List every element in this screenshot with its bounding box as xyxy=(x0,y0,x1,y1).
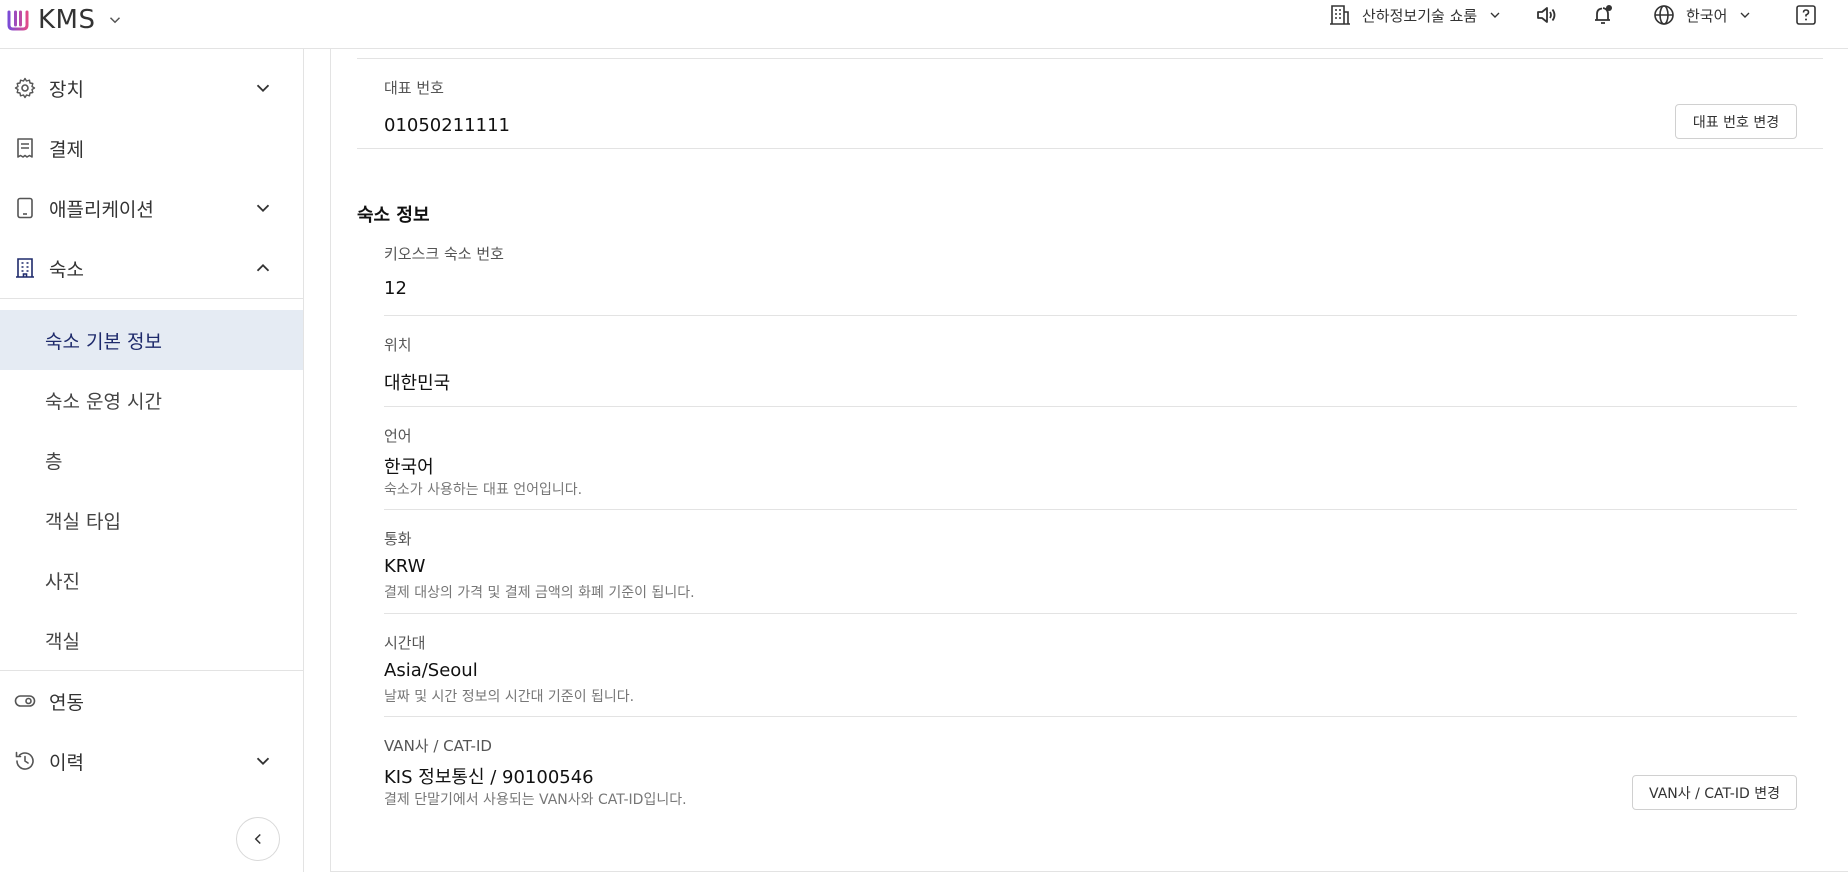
divider xyxy=(384,509,1797,510)
app-switcher[interactable]: KMS xyxy=(6,4,124,36)
chevron-down-icon xyxy=(109,17,120,24)
sound-button[interactable] xyxy=(1534,0,1558,30)
van-cat-label: VAN사 / CAT-ID xyxy=(384,737,492,755)
chevron-left-icon xyxy=(254,833,261,845)
chevron-down-icon xyxy=(1490,12,1500,18)
sidebar-subitem-label: 층 xyxy=(45,450,63,473)
sidebar-item-applications[interactable]: 애플리케이션 xyxy=(0,179,303,237)
sidebar-item-payment[interactable]: 결제 xyxy=(0,119,303,177)
sidebar-subitem-floors[interactable]: 층 xyxy=(0,430,303,490)
shop-selector[interactable]: 산하정보기술 쇼룸 xyxy=(1328,0,1503,30)
sidebar-subitem-basic-info[interactable]: 숙소 기본 정보 xyxy=(0,310,303,370)
sidebar-item-label: 애플리케이션 xyxy=(49,198,154,221)
sidebar-item-label: 이력 xyxy=(49,751,84,774)
kiosk-id-value: 12 xyxy=(384,278,407,299)
language-label: 한국어 xyxy=(1686,6,1728,25)
change-phone-button[interactable]: 대표 번호 변경 xyxy=(1675,104,1797,139)
chevron-down-icon xyxy=(256,757,270,766)
history-icon xyxy=(15,751,34,770)
language-description: 숙소가 사용하는 대표 언어입니다. xyxy=(384,482,583,498)
sidebar-item-label: 결제 xyxy=(49,138,84,161)
sidebar-subitem-label: 숙소 기본 정보 xyxy=(45,330,162,353)
divider xyxy=(384,406,1797,407)
sidebar-item-devices[interactable]: 장치 xyxy=(0,59,303,117)
sidebar-subitem-label: 객실 xyxy=(45,630,80,653)
kiosk-id-label: 키오스크 숙소 번호 xyxy=(384,245,504,263)
van-cat-description: 결제 단말기에서 사용되는 VAN사와 CAT-ID입니다. xyxy=(384,792,687,808)
top-bar: KMS 산하정보기술 쇼룸 한국어 xyxy=(0,0,1848,49)
help-button[interactable] xyxy=(1794,0,1818,30)
chevron-down-icon xyxy=(256,204,270,213)
building-icon xyxy=(1330,5,1350,25)
kms-logo-icon xyxy=(7,10,29,31)
currency-label: 통화 xyxy=(384,530,412,548)
notification-button[interactable] xyxy=(1591,0,1615,30)
receipt-icon xyxy=(17,138,33,158)
location-label: 위치 xyxy=(384,336,412,354)
sidebar-subitem-label: 숙소 운영 시간 xyxy=(45,390,162,413)
sidebar-item-integration[interactable]: 연동 xyxy=(0,672,303,730)
location-value: 대한민국 xyxy=(384,373,451,394)
divider xyxy=(357,148,1823,149)
sidebar-item-history[interactable]: 이력 xyxy=(0,732,303,790)
phone-value: 01050211111 xyxy=(384,115,510,136)
bell-icon xyxy=(1595,5,1612,24)
timezone-value: Asia/Seoul xyxy=(384,660,478,681)
language-selector[interactable]: 한국어 xyxy=(1652,0,1753,30)
divider xyxy=(0,670,303,671)
help-icon xyxy=(1796,5,1816,25)
section-title: 숙소 정보 xyxy=(357,205,430,226)
currency-description: 결제 대상의 가격 및 결제 금액의 화폐 기준이 됩니다. xyxy=(384,585,695,601)
shop-name: 산하정보기술 쇼룸 xyxy=(1362,6,1478,25)
main-content: 대표 번호 01050211111 대표 번호 변경 숙소 정보 키오스크 숙소… xyxy=(330,49,1848,872)
divider xyxy=(357,58,1823,59)
van-cat-value: KIS 정보통신 / 90100546 xyxy=(384,767,594,788)
toggle-icon xyxy=(14,695,36,707)
divider xyxy=(384,315,1797,316)
building-icon xyxy=(16,258,34,278)
sidebar-subitem-room-types[interactable]: 객실 타입 xyxy=(0,490,303,550)
sidebar-item-label: 숙소 xyxy=(49,258,84,281)
sidebar-subitem-operating-hours[interactable]: 숙소 운영 시간 xyxy=(0,370,303,430)
divider xyxy=(384,716,1797,717)
collapse-sidebar-button[interactable] xyxy=(236,817,280,861)
chevron-down-icon xyxy=(1740,12,1750,18)
sidebar-subitem-rooms[interactable]: 객실 xyxy=(0,610,303,670)
chevron-down-icon xyxy=(256,84,270,93)
timezone-description: 날짜 및 시간 정보의 시간대 기준이 됩니다. xyxy=(384,689,635,705)
currency-value: KRW xyxy=(384,556,426,577)
globe-icon xyxy=(1654,5,1674,25)
sidebar-item-label: 장치 xyxy=(49,78,84,101)
sidebar-item-lodging[interactable]: 숙소 xyxy=(0,239,303,297)
phone-label: 대표 번호 xyxy=(384,79,444,97)
timezone-label: 시간대 xyxy=(384,634,426,652)
chevron-up-icon xyxy=(256,263,270,272)
tablet-icon xyxy=(17,197,33,219)
sidebar: 장치 결제 애플리케이션 숙소 숙소 기본 정보 숙소 운영 시간 층 객실 타… xyxy=(0,49,304,872)
sidebar-item-label: 연동 xyxy=(49,691,84,714)
language-field-label: 언어 xyxy=(384,427,412,445)
change-van-cat-button[interactable]: VAN사 / CAT-ID 변경 xyxy=(1632,775,1797,810)
sidebar-subitem-label: 사진 xyxy=(45,570,80,593)
sidebar-subitem-photos[interactable]: 사진 xyxy=(0,550,303,610)
language-value: 한국어 xyxy=(384,457,434,478)
divider xyxy=(384,613,1797,614)
app-title: KMS xyxy=(38,5,96,35)
divider xyxy=(0,298,303,299)
speaker-icon xyxy=(1537,7,1556,23)
sidebar-subitem-label: 객실 타입 xyxy=(45,510,121,533)
gear-icon xyxy=(14,77,36,99)
